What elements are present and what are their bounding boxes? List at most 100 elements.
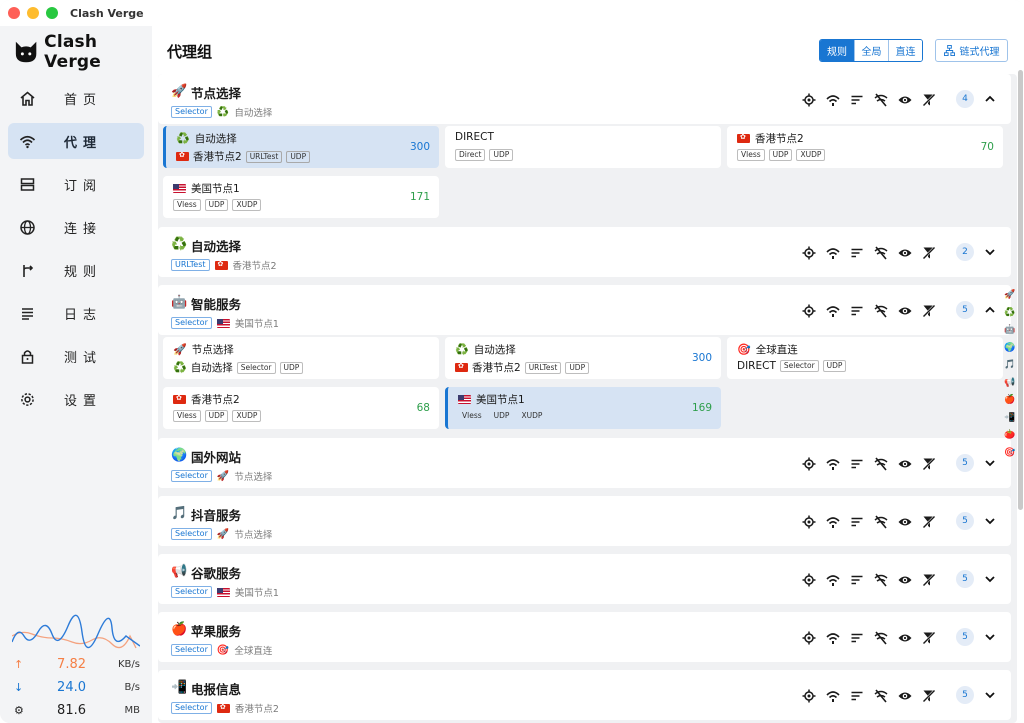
proxy-delay[interactable]: 300	[692, 352, 712, 364]
proxy-group-header[interactable]: 📲电报信息 Selector 香港节点2 5	[158, 670, 1011, 720]
group-index-item[interactable]: ♻️	[1003, 305, 1017, 323]
proxy-group-header[interactable]: 🎵 抖音服务 Selector 🚀 节点选择 5	[158, 496, 1011, 546]
proxy-item[interactable]: 🎯 全球直连 DIRECT Selector UDP	[727, 337, 1003, 379]
test-delay-icon[interactable]	[824, 513, 841, 530]
proxy-group-header[interactable]: 🍎 苹果服务 Selector 🎯 全球直连 5	[158, 612, 1011, 662]
filter-alt-off-icon[interactable]	[920, 571, 937, 588]
locate-icon[interactable]	[800, 91, 817, 108]
group-index-item[interactable]: 🚀	[1003, 287, 1017, 305]
minimize-window-button[interactable]	[27, 7, 39, 19]
sort-icon[interactable]	[848, 91, 865, 108]
locate-icon[interactable]	[800, 629, 817, 646]
proxy-delay[interactable]: 70	[981, 141, 994, 153]
locate-icon[interactable]	[800, 571, 817, 588]
proxy-item[interactable]: DIRECT Direct UDP	[445, 126, 721, 168]
chevron-down-icon[interactable]	[983, 245, 997, 259]
proxy-item[interactable]: 🚀 节点选择 ♻️ 自动选择 Selector UDP	[163, 337, 439, 379]
test-delay-icon[interactable]	[824, 455, 841, 472]
proxy-item[interactable]: 香港节点2 VlessUDPXUDP 70	[727, 126, 1003, 168]
filter-off-icon[interactable]	[872, 91, 889, 108]
sort-icon[interactable]	[848, 302, 865, 319]
proxy-group-header[interactable]: ♻️自动选择 URLTest 香港节点2 2	[158, 227, 1011, 277]
eye-icon[interactable]	[896, 513, 913, 530]
eye-icon[interactable]	[896, 91, 913, 108]
filter-off-icon[interactable]	[872, 513, 889, 530]
group-index-item[interactable]: 🍎	[1003, 392, 1017, 410]
chevron-down-icon[interactable]	[983, 572, 997, 586]
filter-alt-off-icon[interactable]	[920, 455, 937, 472]
filter-off-icon[interactable]	[872, 302, 889, 319]
group-index-item[interactable]: 📲	[1003, 410, 1017, 428]
group-index-item[interactable]: 🎵	[1003, 357, 1017, 375]
scrollbar[interactable]	[1018, 70, 1023, 510]
filter-alt-off-icon[interactable]	[920, 687, 937, 704]
chevron-down-icon[interactable]	[983, 688, 997, 702]
group-index-item[interactable]: 🍅	[1003, 427, 1017, 445]
group-index-item[interactable]: 🎯	[1003, 445, 1017, 463]
proxy-group-header[interactable]: 📢 谷歌服务 Selector 美国节点1 5	[158, 554, 1011, 604]
test-delay-icon[interactable]	[824, 302, 841, 319]
chain-proxy-button[interactable]: 链式代理	[935, 39, 1008, 62]
chevron-down-icon[interactable]	[983, 456, 997, 470]
close-window-button[interactable]	[8, 7, 20, 19]
mode-button-2[interactable]: 直连	[888, 40, 922, 61]
group-index-item[interactable]: 📢	[1003, 375, 1017, 393]
group-index-item[interactable]: 🌍	[1003, 340, 1017, 358]
proxy-item[interactable]: ♻️ 自动选择香港节点2URLTestUDP 300	[445, 337, 721, 379]
filter-off-icon[interactable]	[872, 687, 889, 704]
sidebar-item-6[interactable]: 测试	[8, 338, 144, 374]
eye-icon[interactable]	[896, 687, 913, 704]
proxy-item[interactable]: 美国节点1 Vless UDP XUDP 169	[445, 387, 721, 429]
proxy-group[interactable]: 🤖 智能服务 Selector 美国节点1 5	[158, 285, 1011, 335]
test-delay-icon[interactable]	[824, 91, 841, 108]
proxy-item[interactable]: 美国节点1 Vless UDP XUDP 171	[163, 176, 439, 218]
chevron-down-icon[interactable]	[983, 630, 997, 644]
chevron-down-icon[interactable]	[983, 514, 997, 528]
eye-icon[interactable]	[896, 302, 913, 319]
proxy-group[interactable]: 🎵 抖音服务 Selector 🚀 节点选择 5	[158, 496, 1011, 546]
filter-alt-off-icon[interactable]	[920, 513, 937, 530]
proxy-group[interactable]: ♻️自动选择 URLTest 香港节点2 2	[158, 227, 1011, 277]
sidebar-item-7[interactable]: 设置	[8, 381, 144, 417]
sort-icon[interactable]	[848, 629, 865, 646]
test-delay-icon[interactable]	[824, 687, 841, 704]
locate-icon[interactable]	[800, 513, 817, 530]
proxy-delay[interactable]: 171	[410, 191, 430, 203]
sort-icon[interactable]	[848, 687, 865, 704]
mode-button-0[interactable]: 规则	[820, 40, 854, 61]
proxy-group[interactable]: 📢 谷歌服务 Selector 美国节点1 5	[158, 554, 1011, 604]
proxy-group[interactable]: 🚀 节点选择 Selector ♻️ 自动选择 4	[158, 74, 1011, 124]
proxy-group-header[interactable]: 🤖 智能服务 Selector 美国节点1 5	[158, 285, 1011, 335]
proxy-group[interactable]: 🍎 苹果服务 Selector 🎯 全球直连 5	[158, 612, 1011, 662]
filter-alt-off-icon[interactable]	[920, 629, 937, 646]
locate-icon[interactable]	[800, 687, 817, 704]
sidebar-item-3[interactable]: 连接	[8, 209, 144, 245]
sidebar-item-5[interactable]: 日志	[8, 295, 144, 331]
filter-off-icon[interactable]	[872, 244, 889, 261]
filter-off-icon[interactable]	[872, 455, 889, 472]
sort-icon[interactable]	[848, 244, 865, 261]
filter-alt-off-icon[interactable]	[920, 302, 937, 319]
proxy-item[interactable]: ♻️ 自动选择香港节点2URLTestUDP 300	[163, 126, 439, 168]
eye-icon[interactable]	[896, 629, 913, 646]
test-delay-icon[interactable]	[824, 244, 841, 261]
proxy-group-header[interactable]: 🌍 国外网站 Selector 🚀 节点选择 5	[158, 438, 1011, 488]
maximize-window-button[interactable]	[46, 7, 58, 19]
proxy-delay[interactable]: 68	[417, 402, 430, 414]
test-delay-icon[interactable]	[824, 571, 841, 588]
eye-icon[interactable]	[896, 244, 913, 261]
locate-icon[interactable]	[800, 455, 817, 472]
sort-icon[interactable]	[848, 571, 865, 588]
proxy-delay[interactable]: 169	[692, 402, 712, 414]
sort-icon[interactable]	[848, 455, 865, 472]
mode-button-1[interactable]: 全局	[854, 40, 888, 61]
proxy-group[interactable]: 📲电报信息 Selector 香港节点2 5	[158, 670, 1011, 720]
proxy-group-header[interactable]: 🚀 节点选择 Selector ♻️ 自动选择 4	[158, 74, 1011, 124]
chevron-up-icon[interactable]	[983, 92, 997, 106]
locate-icon[interactable]	[800, 244, 817, 261]
chevron-up-icon[interactable]	[983, 303, 997, 317]
eye-icon[interactable]	[896, 455, 913, 472]
locate-icon[interactable]	[800, 302, 817, 319]
sidebar-item-0[interactable]: 首页	[8, 80, 144, 116]
eye-icon[interactable]	[896, 571, 913, 588]
